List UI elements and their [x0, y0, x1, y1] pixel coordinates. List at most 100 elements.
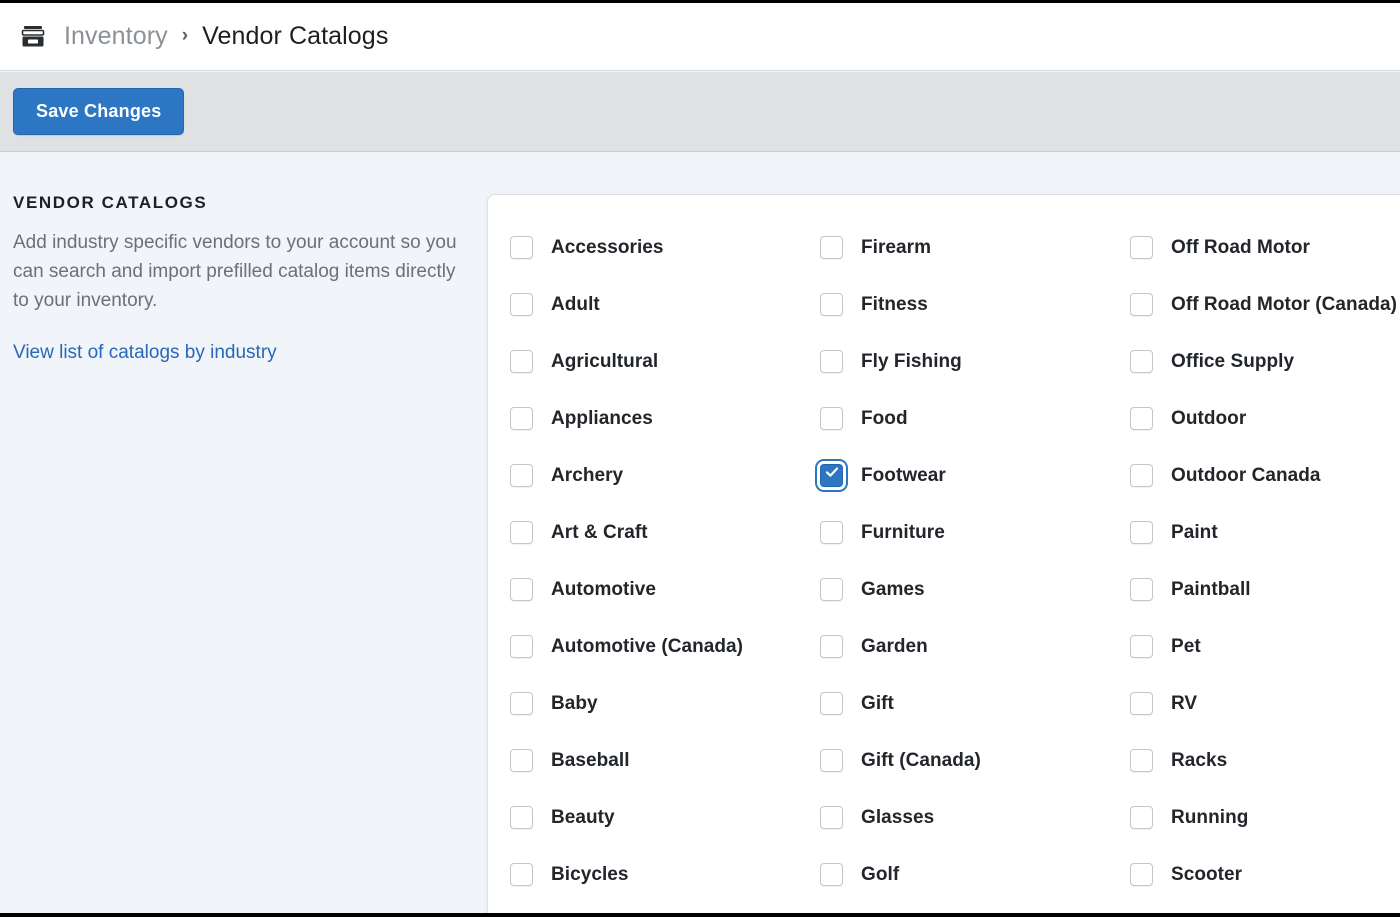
catalog-checkbox-label: Furniture [861, 522, 945, 544]
catalog-checkbox-label: Running [1171, 807, 1248, 829]
checkbox-icon[interactable] [510, 806, 533, 829]
catalog-checkbox-row[interactable]: Footwear [820, 447, 1130, 504]
catalog-checkbox-row[interactable]: Scooter [1130, 846, 1400, 903]
catalog-checkbox-label: Off Road Motor [1171, 237, 1310, 259]
breadcrumb-separator-icon: › [182, 26, 188, 45]
catalog-checkbox-label: Art & Craft [551, 522, 648, 544]
catalog-checkbox-row[interactable]: Outdoor Canada [1130, 447, 1400, 504]
checkbox-icon[interactable] [820, 863, 843, 886]
catalog-checkbox-row[interactable]: Accessories [510, 219, 820, 276]
checkbox-icon[interactable] [510, 692, 533, 715]
checkbox-icon[interactable] [510, 863, 533, 886]
checkbox-icon[interactable] [510, 578, 533, 601]
checkbox-icon[interactable] [820, 692, 843, 715]
checkbox-icon[interactable] [510, 407, 533, 430]
catalog-checkbox-label: Baseball [551, 750, 630, 772]
checkbox-icon[interactable] [820, 806, 843, 829]
breadcrumb-parent-link[interactable]: Inventory [64, 22, 168, 51]
checkbox-icon[interactable] [510, 635, 533, 658]
catalog-checkbox-row[interactable]: Fitness [820, 276, 1130, 333]
checkbox-checked-icon[interactable] [820, 464, 843, 487]
catalog-checkbox-label: Golf [861, 864, 899, 886]
catalog-checkbox-label: Outdoor Canada [1171, 465, 1321, 487]
catalog-checkbox-label: Off Road Motor (Canada) [1171, 294, 1397, 316]
catalog-checkbox-row[interactable]: Automotive (Canada) [510, 618, 820, 675]
catalog-checkbox-row[interactable]: Gift [820, 675, 1130, 732]
catalog-checkbox-row[interactable]: Food [820, 390, 1130, 447]
checkbox-icon[interactable] [820, 350, 843, 373]
catalog-checkbox-row[interactable]: Outdoor [1130, 390, 1400, 447]
catalog-checkbox-row[interactable]: Office Supply [1130, 333, 1400, 390]
breadcrumb-bar: Inventory › Vendor Catalogs [0, 3, 1400, 71]
catalog-checkbox-row[interactable]: Paintball [1130, 561, 1400, 618]
catalog-checkbox-row[interactable]: Running [1130, 789, 1400, 846]
catalog-checkbox-row[interactable]: Archery [510, 447, 820, 504]
checkbox-icon[interactable] [1130, 293, 1153, 316]
catalog-checkbox-row[interactable]: Art & Craft [510, 504, 820, 561]
checkbox-icon[interactable] [1130, 692, 1153, 715]
checkbox-icon[interactable] [1130, 521, 1153, 544]
catalog-checkbox-row[interactable]: Appliances [510, 390, 820, 447]
catalog-checkbox-row[interactable]: Racks [1130, 732, 1400, 789]
catalog-checkbox-label: Gift (Canada) [861, 750, 981, 772]
checkbox-icon[interactable] [510, 521, 533, 544]
catalog-checkbox-row[interactable]: Adult [510, 276, 820, 333]
checkbox-icon[interactable] [820, 635, 843, 658]
catalog-selection-card: AccessoriesFirearm Off Road Motor Adult Fit… [487, 194, 1400, 917]
catalog-checkbox-label: Gift [861, 693, 894, 715]
catalog-checkbox-row[interactable]: Paint [1130, 504, 1400, 561]
catalog-checkbox-row[interactable]: Gift (Canada) [820, 732, 1130, 789]
checkbox-icon[interactable] [1130, 407, 1153, 430]
archive-box-icon [20, 24, 46, 50]
catalog-checkbox-row[interactable]: Automotive [510, 561, 820, 618]
catalog-checkbox-label: RV [1171, 693, 1197, 715]
catalog-checkbox-row[interactable]: Off Road Motor (Canada) [1130, 276, 1400, 333]
checkbox-icon[interactable] [510, 350, 533, 373]
checkbox-icon[interactable] [820, 293, 843, 316]
catalog-checkbox-row[interactable]: Off Road Motor [1130, 219, 1400, 276]
catalog-checkbox-row[interactable]: Glasses [820, 789, 1130, 846]
catalog-checkbox-label: Beauty [551, 807, 615, 829]
catalog-checkbox-label: Outdoor [1171, 408, 1246, 430]
catalog-checkbox-label: Paint [1171, 522, 1218, 544]
checkbox-icon[interactable] [820, 578, 843, 601]
catalog-checkbox-row[interactable]: RV [1130, 675, 1400, 732]
checkbox-icon[interactable] [1130, 749, 1153, 772]
checkbox-icon[interactable] [820, 749, 843, 772]
checkbox-icon[interactable] [1130, 350, 1153, 373]
catalog-checkbox-label: Appliances [551, 408, 653, 430]
catalog-checkbox-row[interactable]: Bicycles [510, 846, 820, 903]
catalog-checkbox-label: Fly Fishing [861, 351, 962, 373]
checkbox-icon[interactable] [1130, 806, 1153, 829]
checkbox-icon[interactable] [510, 236, 533, 259]
catalog-checkbox-label: Games [861, 579, 925, 601]
catalog-checkbox-row[interactable]: Baby [510, 675, 820, 732]
catalog-checkbox-row[interactable]: Golf [820, 846, 1130, 903]
catalog-checkbox-row[interactable]: Furniture [820, 504, 1130, 561]
checkbox-icon[interactable] [820, 407, 843, 430]
checkbox-icon[interactable] [1130, 635, 1153, 658]
checkbox-icon[interactable] [510, 749, 533, 772]
save-changes-button[interactable]: Save Changes [13, 88, 184, 135]
catalog-checkbox-label: Footwear [861, 465, 946, 487]
checkbox-icon[interactable] [1130, 578, 1153, 601]
catalog-checkbox-row[interactable]: Agricultural [510, 333, 820, 390]
catalog-checkbox-label: Scooter [1171, 864, 1242, 886]
checkbox-icon[interactable] [1130, 464, 1153, 487]
action-toolbar: Save Changes [0, 72, 1400, 152]
catalog-checkbox-row[interactable]: Games [820, 561, 1130, 618]
checkbox-icon[interactable] [510, 293, 533, 316]
catalog-checkbox-row[interactable]: Baseball [510, 732, 820, 789]
checkbox-icon[interactable] [820, 236, 843, 259]
view-catalogs-by-industry-link[interactable]: View list of catalogs by industry [13, 342, 277, 363]
catalog-checkbox-label: Fitness [861, 294, 928, 316]
catalog-checkbox-row[interactable]: Beauty [510, 789, 820, 846]
checkbox-icon[interactable] [1130, 863, 1153, 886]
catalog-checkbox-row[interactable]: Garden [820, 618, 1130, 675]
checkbox-icon[interactable] [1130, 236, 1153, 259]
catalog-checkbox-row[interactable]: Fly Fishing [820, 333, 1130, 390]
checkbox-icon[interactable] [510, 464, 533, 487]
catalog-checkbox-row[interactable]: Pet [1130, 618, 1400, 675]
checkbox-icon[interactable] [820, 521, 843, 544]
catalog-checkbox-row[interactable]: Firearm [820, 219, 1130, 276]
